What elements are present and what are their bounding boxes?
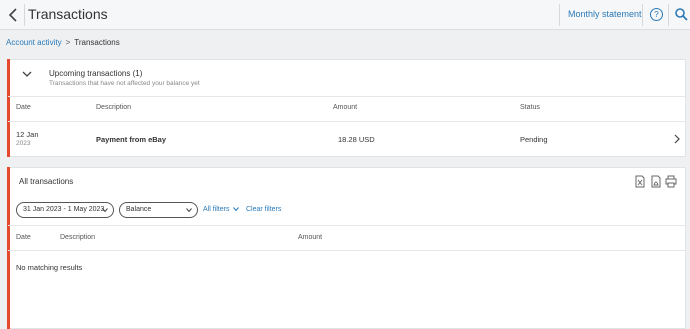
divider (8, 250, 685, 251)
chevron-left-icon[interactable] (6, 7, 20, 23)
chevron-right-icon[interactable] (674, 134, 680, 144)
export-excel-icon[interactable] (634, 175, 646, 188)
help-icon[interactable]: ? (650, 8, 663, 21)
row-amount: 18.28 USD (338, 135, 375, 144)
row-status: Pending (520, 135, 548, 144)
all-filters-label: All filters (203, 206, 230, 213)
row-description[interactable]: Payment from eBay (96, 135, 166, 144)
all-transactions-panel: All transactions 31 Jan 2023 - 1 May 202… (7, 167, 686, 329)
column-header-amount: Amount (333, 104, 358, 111)
date-range-select[interactable]: 31 Jan 2023 - 1 May 2023 (16, 202, 114, 218)
chevron-down-icon (233, 207, 240, 212)
date-range-value: 31 Jan 2023 - 1 May 2023 (23, 206, 105, 213)
clear-filters-link[interactable]: Clear filters (246, 206, 281, 213)
divider (8, 96, 685, 97)
row-date: 12 Jan (16, 130, 39, 139)
top-bar: Transactions Monthly statement ? (0, 0, 690, 30)
all-filters-button[interactable]: All filters (203, 206, 240, 213)
column-header-description: Description (96, 104, 132, 111)
breadcrumb-current: Transactions (74, 38, 120, 47)
row-year: 2023 (16, 140, 31, 147)
balance-select[interactable]: Balance (119, 202, 198, 218)
divider (642, 4, 643, 26)
chevron-down-icon (102, 208, 108, 212)
divider (559, 4, 560, 26)
page-title: Transactions (28, 6, 108, 22)
divider (24, 4, 25, 26)
breadcrumb: Account activity > Transactions (6, 38, 120, 47)
divider (8, 121, 685, 122)
divider (8, 225, 685, 226)
export-pdf-icon[interactable] (650, 175, 662, 188)
breadcrumb-separator: > (65, 38, 71, 47)
all-transactions-title: All transactions (19, 177, 74, 186)
search-icon[interactable] (674, 7, 688, 21)
column-header-description: Description (60, 234, 96, 241)
upcoming-title[interactable]: Upcoming transactions (1) (49, 69, 142, 78)
breadcrumb-account-activity[interactable]: Account activity (6, 38, 62, 47)
empty-state-message: No matching results (16, 263, 83, 272)
column-header-date: Date (16, 234, 31, 241)
divider (668, 4, 669, 26)
column-header-date: Date (16, 104, 31, 111)
print-icon[interactable] (665, 175, 677, 188)
column-header-status: Status (520, 104, 540, 111)
monthly-statement-link[interactable]: Monthly statement (568, 9, 642, 19)
upcoming-subtitle: Transactions that have not affected your… (49, 80, 200, 87)
balance-select-value: Balance (126, 206, 152, 213)
chevron-down-icon[interactable] (22, 70, 32, 78)
upcoming-transactions-panel: Upcoming transactions (1) Transactions t… (7, 59, 686, 157)
column-header-amount: Amount (298, 234, 323, 241)
chevron-down-icon (186, 208, 192, 212)
